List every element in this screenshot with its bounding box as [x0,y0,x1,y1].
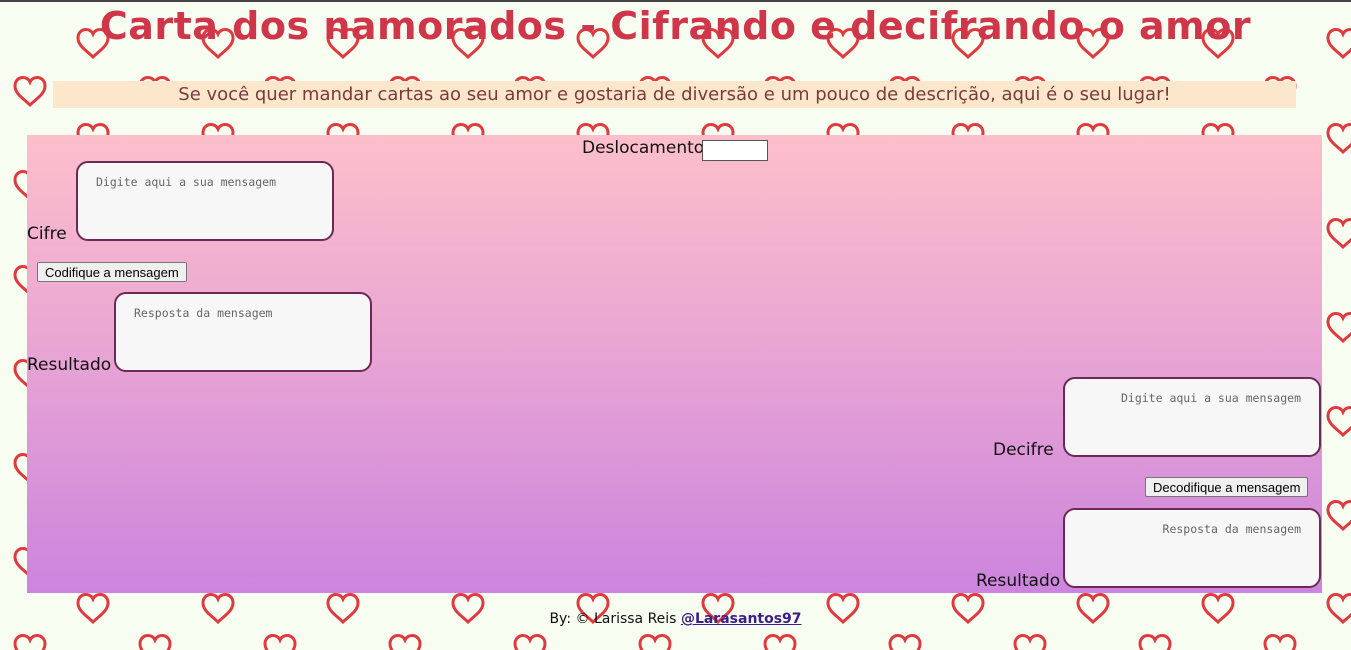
shift-input[interactable] [702,140,768,161]
encode-button[interactable]: Codifique a mensagem [37,262,187,282]
cipher-message-input[interactable] [76,161,334,241]
decipher-message-input[interactable] [1063,377,1321,457]
cipher-result-output[interactable] [114,292,372,372]
footer-credit: By: © Larissa Reis [549,611,677,627]
shift-label: Deslocamento [582,138,705,158]
decode-button[interactable]: Decodifique a mensagem [1145,477,1309,497]
cipher-label: Cifre [27,224,67,244]
decipher-result-label: Resultado [976,571,1061,591]
cipher-panel: Deslocamento Cifre Codifique a mensagem … [27,135,1322,593]
cipher-result-label: Resultado [27,355,112,375]
decipher-result-output[interactable] [1063,508,1321,588]
page-subtitle: Se você quer mandar cartas ao seu amor e… [53,81,1296,108]
decipher-label: Decifre [993,440,1054,460]
page-title: Carta dos namorados - Cifrando e decifra… [99,4,1252,48]
footer: By: © Larissa Reis @Larasantos97 [0,611,1351,627]
author-link[interactable]: @Larasantos97 [681,611,802,627]
